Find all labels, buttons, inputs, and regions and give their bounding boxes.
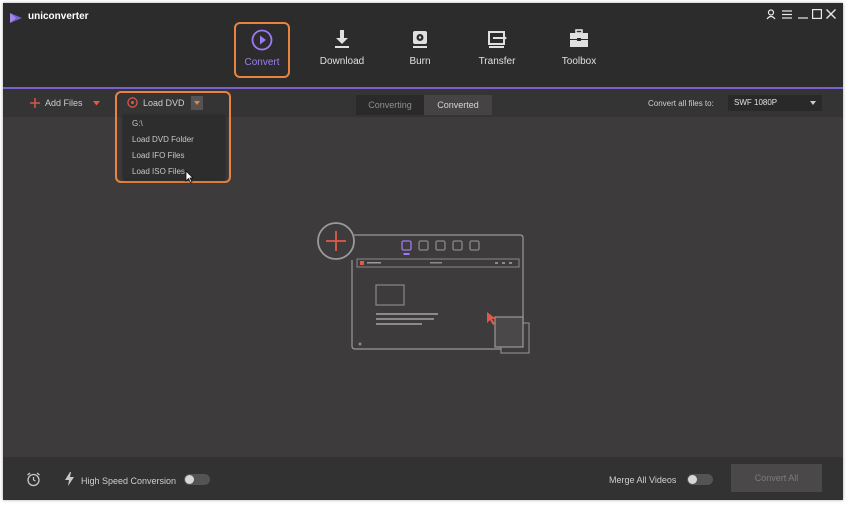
nav-convert[interactable]: Convert <box>234 22 290 78</box>
transfer-icon <box>488 31 507 48</box>
disc-icon <box>413 31 427 48</box>
nav-download-label: Download <box>319 56 365 67</box>
high-speed-toggle[interactable] <box>184 474 210 485</box>
toggle-knob <box>688 475 697 484</box>
minimize-icon[interactable] <box>798 10 808 19</box>
play-circle-icon <box>251 29 273 51</box>
maximize-icon[interactable] <box>812 9 822 19</box>
mouse-cursor-icon <box>185 170 194 183</box>
add-circle-icon <box>317 222 355 260</box>
download-icon <box>335 30 349 48</box>
toolbox-icon <box>570 29 588 47</box>
output-format-value: SWF 1080P <box>734 98 778 107</box>
add-files-dropdown-icon[interactable] <box>93 101 100 106</box>
output-format-select[interactable]: SWF 1080P <box>728 95 822 111</box>
close-icon[interactable] <box>826 9 836 19</box>
dvd-menu-item-ifo[interactable]: Load IFO Files <box>132 151 184 161</box>
chevron-down-icon <box>810 101 816 105</box>
user-icon[interactable] <box>766 9 776 20</box>
nav-download[interactable]: Download <box>314 23 370 75</box>
high-speed-conversion-label: High Speed Conversion <box>81 476 177 486</box>
nav-transfer-label: Transfer <box>478 56 516 67</box>
menu-icon[interactable] <box>782 10 792 19</box>
add-icon <box>30 98 40 108</box>
nav-toolbox[interactable]: Toolbox <box>551 23 607 75</box>
empty-state-illustration[interactable] <box>315 219 531 355</box>
dvd-menu-item-drive[interactable]: G:\ <box>132 119 143 129</box>
nav-transfer[interactable]: Transfer <box>469 23 525 75</box>
tab-converted[interactable]: Converted <box>424 95 492 115</box>
nav-convert-label: Convert <box>244 57 280 68</box>
alarm-clock-icon[interactable] <box>26 472 41 487</box>
tab-converting[interactable]: Converting <box>356 95 424 115</box>
nav-burn-label: Burn <box>409 56 431 67</box>
toggle-knob <box>185 475 194 484</box>
app-title: uniconverter <box>28 11 89 22</box>
nav-toolbox-label: Toolbox <box>561 56 597 67</box>
load-dvd-menu: G:\ Load DVD Folder Load IFO Files Load … <box>123 115 225 179</box>
nav-burn[interactable]: Burn <box>392 23 448 75</box>
lightning-icon <box>65 472 74 486</box>
convert-all-files-label: Convert all files to: <box>648 99 714 108</box>
add-files-button[interactable]: Add Files <box>45 97 83 109</box>
merge-all-videos-label: Merge All Videos <box>609 475 677 485</box>
dvd-menu-item-iso[interactable]: Load ISO Files <box>132 167 185 177</box>
app-logo-icon <box>10 13 22 23</box>
app-window: uniconverter Convert Download Burn Trans… <box>3 3 843 500</box>
merge-videos-toggle[interactable] <box>687 474 713 485</box>
convert-all-button[interactable]: Convert All <box>731 464 822 492</box>
dvd-menu-item-folder[interactable]: Load DVD Folder <box>132 135 194 145</box>
